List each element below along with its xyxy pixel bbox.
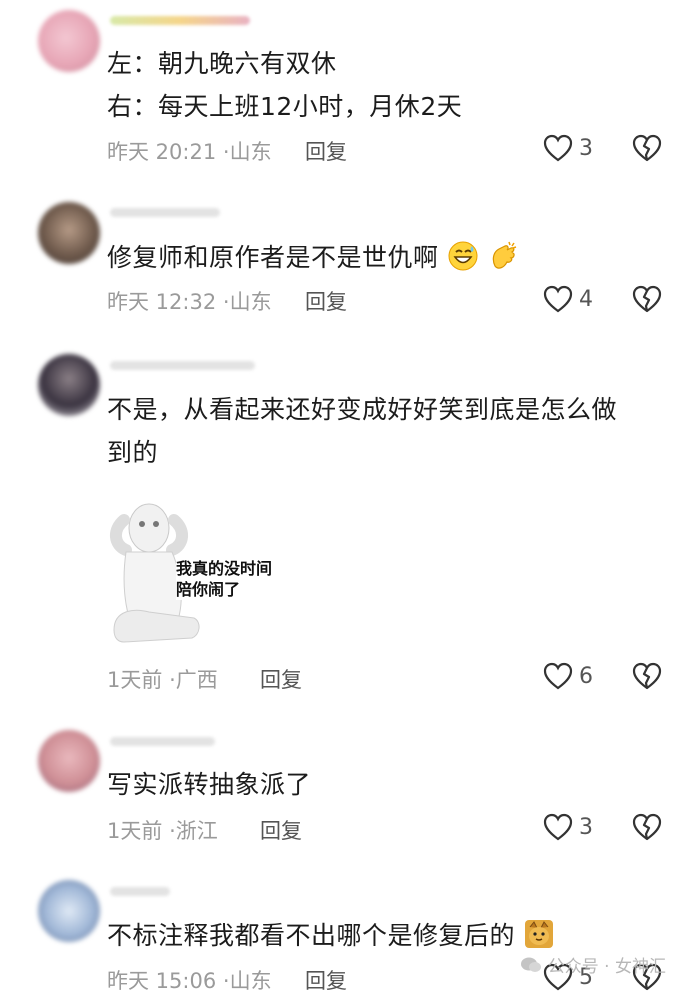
heart-icon — [543, 134, 573, 162]
comment-text: 不标注释我都看不出哪个是修复后的 — [107, 914, 640, 957]
comment-text: 修复师和原作者是不是世仇啊 — [107, 236, 640, 279]
broken-heart-icon[interactable] — [632, 662, 662, 690]
heart-icon — [543, 285, 573, 313]
comment-text: 左：朝九晚六有双休 右：每天上班12小时，月休2天 — [107, 42, 640, 128]
avatar[interactable] — [38, 880, 100, 942]
avatar[interactable] — [38, 10, 100, 72]
sticker-caption: 我真的没时间 陪你闹了 — [176, 558, 273, 600]
grinning-sweat-emoji — [448, 241, 478, 271]
cat-emoji — [525, 920, 554, 948]
clapping-hands-emoji — [493, 241, 517, 269]
comment-time: 昨天 12:32 — [107, 290, 217, 314]
comment-time: 昨天 15:06 — [107, 969, 217, 993]
reply-button[interactable]: 回复 — [305, 965, 347, 995]
comment-time: 昨天 20:21 — [107, 140, 217, 164]
like-button[interactable]: 4 — [543, 285, 593, 313]
comment-location: 广西 — [175, 668, 218, 692]
reply-button[interactable]: 回复 — [305, 136, 347, 166]
avatar[interactable] — [38, 202, 100, 264]
broken-heart-icon[interactable] — [632, 285, 662, 313]
like-button[interactable]: 6 — [543, 662, 593, 690]
broken-heart-icon[interactable] — [632, 813, 662, 841]
avatar[interactable] — [38, 730, 100, 792]
meta-separator: · — [169, 819, 176, 843]
comment-time: 1天前 — [107, 668, 163, 692]
comment-meta: 1天前 ·浙江 — [107, 815, 218, 845]
username-blurred[interactable] — [110, 887, 170, 896]
like-count: 6 — [579, 663, 593, 689]
meta-separator: · — [169, 668, 176, 692]
like-button[interactable]: 3 — [543, 813, 593, 841]
username-blurred[interactable] — [110, 737, 215, 746]
comment-text: 不是，从看起来还好变成好好笑到底是怎么做到的 — [107, 395, 618, 467]
like-count: 3 — [579, 814, 593, 840]
comment-time: 1天前 — [107, 819, 163, 843]
comment-line: 右：每天上班12小时，月休2天 — [107, 92, 463, 121]
like-button[interactable]: 3 — [543, 134, 593, 162]
like-count: 4 — [579, 286, 593, 312]
comment-location: 浙江 — [175, 819, 218, 843]
reply-button[interactable]: 回复 — [260, 664, 302, 694]
comment-text: 写实派转抽象派了 — [107, 770, 312, 799]
meta-separator: · — [222, 140, 230, 164]
reply-button[interactable]: 回复 — [260, 815, 302, 845]
comment-body: 不标注释我都看不出哪个是修复后的 — [107, 921, 516, 950]
avatar[interactable] — [38, 354, 100, 416]
watermark: 公众号 · 女神汇 — [520, 952, 666, 977]
comment-location: 山东 — [229, 290, 272, 314]
sticker-image[interactable]: 我真的没时间 陪你闹了 — [104, 500, 294, 650]
comment-location: 山东 — [229, 969, 272, 993]
comment-meta: 1天前 ·广西 — [107, 664, 218, 694]
reply-button[interactable]: 回复 — [305, 286, 347, 316]
watermark-text: 公众号 · 女神汇 — [547, 957, 666, 977]
wechat-icon — [520, 957, 541, 972]
comment-meta: 昨天 20:21 ·山东 — [107, 136, 272, 166]
comment-meta: 昨天 12:32 ·山东 — [107, 286, 272, 316]
heart-icon — [543, 662, 573, 690]
username-blurred[interactable] — [110, 16, 250, 25]
comment-line: 左：朝九晚六有双休 — [107, 49, 337, 78]
heart-icon — [543, 813, 573, 841]
like-count: 3 — [579, 135, 593, 161]
comment-meta: 昨天 15:06 ·山东 — [107, 965, 272, 995]
comment-body: 修复师和原作者是不是世仇啊 — [107, 243, 439, 272]
meta-separator: · — [222, 969, 230, 993]
broken-heart-icon[interactable] — [632, 134, 662, 162]
meta-separator: · — [222, 290, 230, 314]
comment-location: 山东 — [229, 140, 272, 164]
username-blurred[interactable] — [110, 361, 255, 370]
username-blurred[interactable] — [110, 208, 220, 217]
